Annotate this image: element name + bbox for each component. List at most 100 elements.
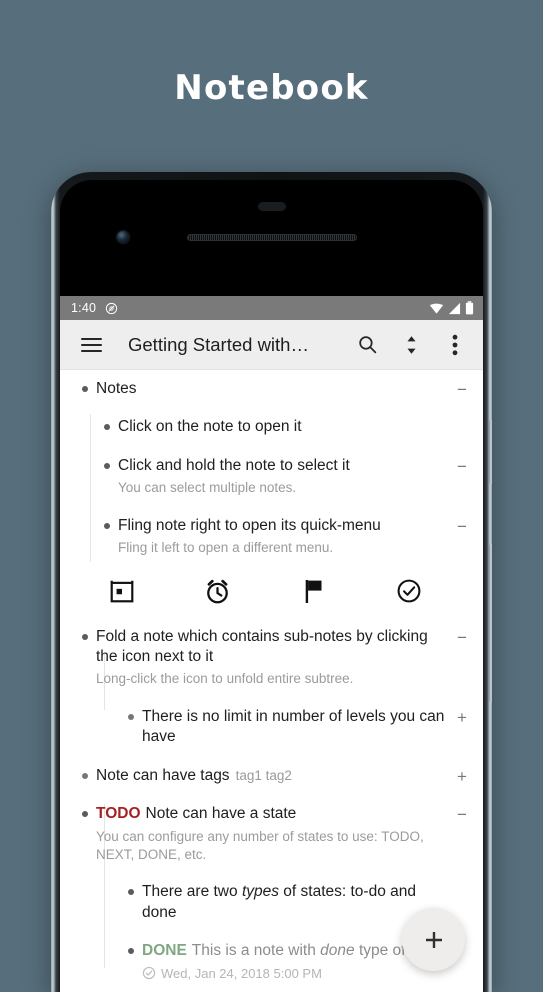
page-title: Getting Started with… [128,333,309,355]
phone-mockup: 1:40 Getting Started with… Notes − Click… [51,172,492,992]
note-fold-toggle[interactable]: − [451,516,473,535]
note-fold-bullet[interactable] [74,766,96,783]
note-title-text: There are two types of states: to-do and… [142,883,417,921]
battery-icon [465,301,474,315]
note-title: TODO Note can have a state [96,804,451,824]
wifi-icon [429,302,444,315]
note-fold-bullet[interactable] [96,516,118,529]
note-content: Click and hold the note to select it You … [118,456,451,498]
note-item[interactable]: Fling note right to open its quick-menu F… [60,507,483,567]
power-button[interactable] [489,420,492,484]
note-item[interactable]: TODO Note can have a state You can configu… [60,795,483,873]
cellular-signal-icon [448,302,461,315]
app-screen: 1:40 Getting Started with… Notes − Click… [60,296,483,992]
note-title: There is no limit in number of levels yo… [142,707,451,748]
note-title: There are two types of states: to-do and… [142,882,451,923]
bullet-icon [82,386,88,392]
overflow-menu-icon[interactable] [440,330,470,360]
note-title: Click on the note to open it [118,417,451,437]
note-title-text: Fling note right to open its quick-menu [118,516,381,534]
bullet-icon [104,424,110,431]
note-fold-bullet[interactable] [96,456,118,469]
bullet-folded-icon [124,709,138,724]
add-note-button[interactable] [402,908,465,971]
note-item[interactable]: Note can have tags tag1 tag2 + [60,757,483,795]
note-content: There are two types of states: to-do and… [142,882,451,923]
calendar-icon[interactable] [109,578,135,604]
check-circle-icon[interactable] [396,578,422,604]
note-title: Fling note right to open its quick-menu [118,516,451,536]
bullet-folded-icon [78,768,92,783]
note-title-text: Click on the note to open it [118,418,302,436]
note-item[interactable]: Fold a note which contains sub-notes by … [60,618,483,698]
check-circle-icon [142,966,156,980]
flag-icon[interactable] [302,578,325,604]
note-content: Notes [96,379,451,399]
note-preview-text: Long-click the icon to unfold entire sub… [96,671,354,687]
note-item[interactable]: There is no limit in number of levels yo… [60,698,483,757]
note-fold-toggle[interactable]: − [451,627,473,646]
note-title: Click and hold the note to select it [118,456,451,476]
note-fold-bullet[interactable] [96,417,118,431]
note-title-text: Note can have a state [145,805,297,823]
bullet-icon [82,633,88,640]
sort-icon[interactable] [396,330,426,360]
note-fold-toggle[interactable]: + [451,707,473,726]
promo-title: Notebook [174,68,369,108]
note-title: Notes [96,379,451,399]
location-off-icon [105,302,118,315]
note-fold-toggle[interactable]: − [451,456,473,475]
volume-button[interactable] [489,544,492,702]
note-preview-text: You can configure any number of states t… [96,828,424,862]
note-title: Note can have tags tag1 tag2 [96,766,451,786]
bullet-icon [82,811,88,818]
sensor-notch [257,202,286,211]
note-content: There is no limit in number of levels yo… [142,707,451,748]
status-bar: 1:40 [60,296,483,320]
earpiece-speaker-icon [186,234,357,241]
alarm-clock-icon[interactable] [204,578,231,605]
note-fold-bullet[interactable] [120,941,142,955]
note-fold-bullet[interactable] [120,707,142,724]
front-camera-icon [117,231,129,243]
note-item[interactable]: Click and hold the note to select it You … [60,447,483,507]
note-icon-toolbar [60,567,483,618]
note-title-text: Click and hold the note to select it [118,456,350,474]
app-bar: Getting Started with… [60,320,483,370]
note-content: Click on the note to open it [118,417,451,437]
note-content: Fold a note which contains sub-notes by … [96,627,451,689]
note-tags: tag1 tag2 [235,767,292,783]
note-state-keyword: DONE [142,942,187,960]
note-title-text: Note can have tags [96,766,230,784]
note-state-keyword: TODO [96,805,141,823]
phone-screen-bezel: 1:40 Getting Started with… Notes − Click… [60,180,483,992]
note-fold-toggle[interactable]: − [451,379,473,398]
bullet-icon [128,889,134,896]
hamburger-menu-icon[interactable] [76,330,106,360]
scheduled-time-label: Wed, Jan 24, 2018 5:00 PM [161,965,322,981]
note-fold-toggle [451,882,473,884]
status-clock: 1:40 [71,301,97,315]
note-title: Fold a note which contains sub-notes by … [96,627,451,668]
search-icon[interactable] [352,330,382,360]
note-title-text: There is no limit in number of levels yo… [142,707,445,746]
note-content: TODO Note can have a state You can configu… [96,804,451,864]
note-item[interactable]: Click on the note to open it [60,408,483,446]
note-fold-bullet[interactable] [74,379,96,392]
note-list[interactable]: Notes − Click on the note to open it Click … [60,370,483,992]
note-content: Fling note right to open its quick-menu F… [118,516,451,558]
bullet-icon [104,462,110,469]
status-icons [429,301,474,315]
note-fold-toggle[interactable]: + [451,766,473,785]
note-title-text: Fold a note which contains sub-notes by … [96,627,428,665]
note-fold-toggle [451,417,473,419]
note-preview-text: You can select multiple notes. [118,480,297,496]
note-fold-bullet[interactable] [74,627,96,640]
note-item[interactable]: Notes − [60,370,483,408]
note-fold-bullet[interactable] [120,882,142,896]
note-fold-bullet[interactable] [74,804,96,818]
note-title-text: Notes [96,380,137,397]
note-scheduled-time: Wed, Jan 24, 2018 5:00 PM [142,966,451,981]
note-fold-toggle[interactable]: − [451,804,473,823]
bullet-icon [128,948,134,955]
